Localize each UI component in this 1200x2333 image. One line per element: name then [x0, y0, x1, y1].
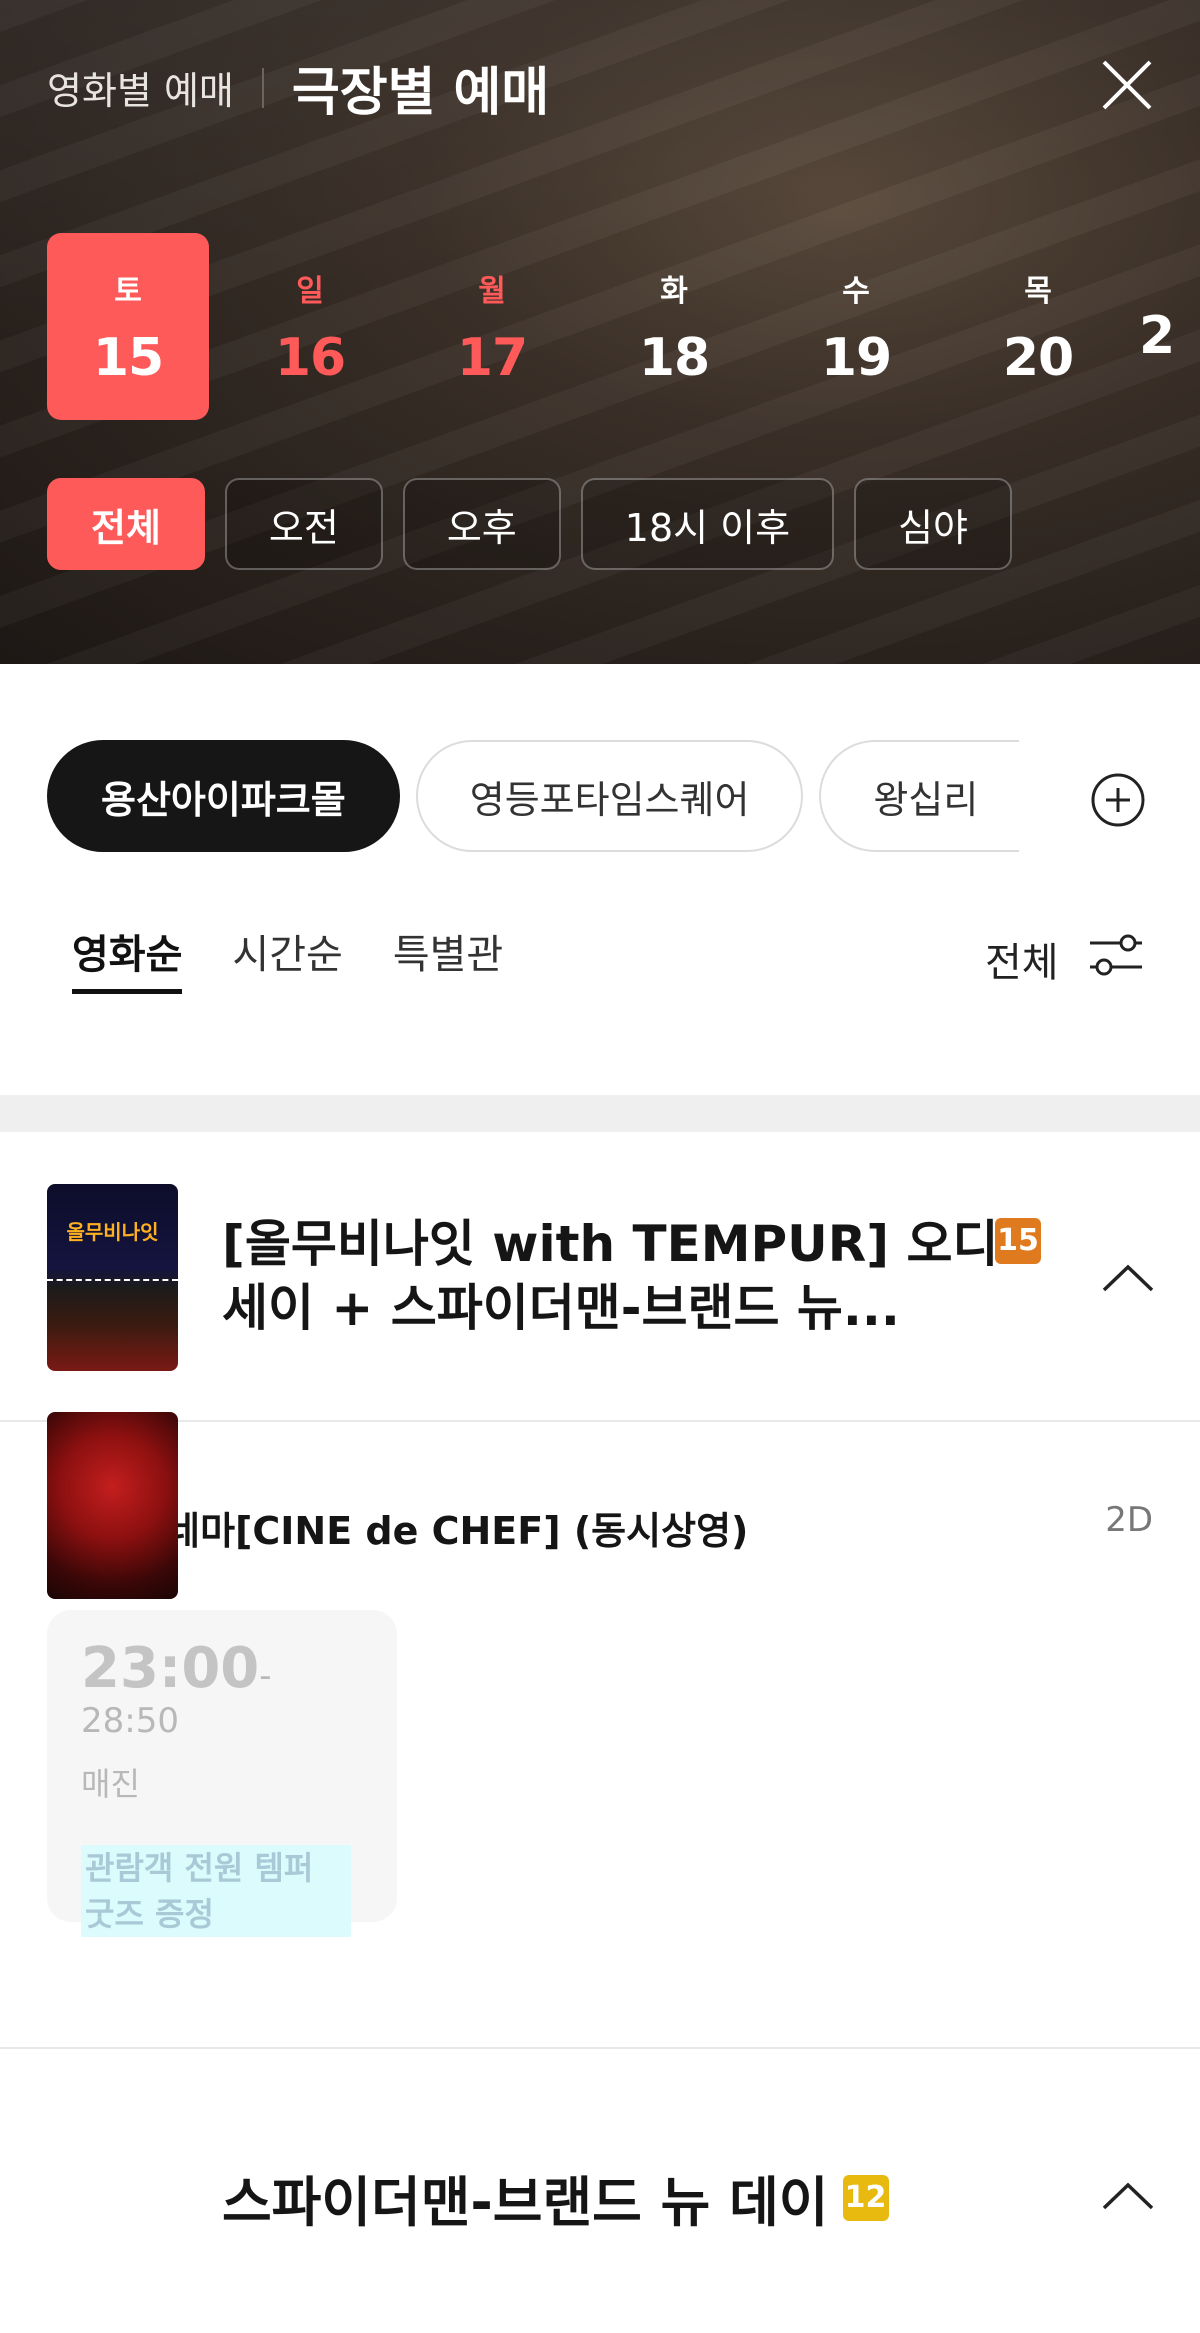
date-item[interactable]: 수 19: [775, 233, 937, 420]
movie-title[interactable]: 스파이더맨-브랜드 뉴 데이 12: [222, 2158, 889, 2237]
poster-divider: [47, 1279, 178, 1283]
chevron-up-icon[interactable]: [1100, 2180, 1156, 2212]
movie-title: [올무비나잇 with TEMPUR] 오디세이 + 스파이더맨-브랜드 뉴..…: [222, 1215, 999, 1337]
date-num: 20: [1002, 327, 1074, 388]
showtime-card[interactable]: 23:00- 28:50 매진 관람객 전원 템퍼 굿즈 증정: [47, 1610, 397, 1937]
time-filter-evening[interactable]: 18시 이후: [580, 478, 835, 570]
movie-poster: [47, 1412, 178, 1599]
time-filter-late-night[interactable]: 심야: [854, 478, 1013, 570]
tab-by-theater[interactable]: 극장별 예매: [292, 50, 549, 125]
booking-mode-tabs: 영화별 예매 극장별 예매: [47, 50, 549, 125]
date-item[interactable]: 목 20: [957, 233, 1119, 420]
add-theater-icon[interactable]: [1090, 772, 1146, 828]
date-item[interactable]: 토 15: [47, 233, 209, 420]
date-dow: 목: [1024, 273, 1052, 309]
age-rating-badge: 15: [995, 1218, 1041, 1264]
time-filter-afternoon[interactable]: 오후: [402, 478, 561, 570]
screen-format: 2D: [1105, 1500, 1153, 1540]
time-filter-morning[interactable]: 오전: [224, 478, 383, 570]
close-icon[interactable]: [1100, 58, 1154, 112]
date-item[interactable]: 화 18: [593, 233, 755, 420]
time-filter-group: 전체 오전 오후 18시 이후 심야: [47, 478, 1032, 570]
tab-sort-movie[interactable]: 영화순: [72, 922, 183, 994]
date-dow: 수: [842, 273, 870, 309]
showtime-start: 23:00: [81, 1636, 260, 1701]
poster-title: 올무비나잇: [66, 1220, 159, 1244]
age-rating-badge: 12: [842, 2174, 889, 2221]
date-num: 2: [1139, 305, 1175, 366]
filter-icon[interactable]: [1088, 933, 1144, 979]
time-filter-all[interactable]: 전체: [47, 478, 205, 570]
screen-info: 템퍼 시네마[CINE de CHEF] (동시상영) 2D: [47, 1500, 1153, 1555]
filter-label[interactable]: 전체: [985, 930, 1059, 988]
showtime-status: 매진: [81, 1765, 140, 1803]
date-item[interactable]: 일 16: [229, 233, 391, 420]
date-dow: 일: [296, 273, 324, 309]
movie-title-text: 스파이더맨-브랜드 뉴 데이: [222, 2171, 829, 2234]
date-selector: 토 15 일 16 월 17 화 18 수 19 목 20 2: [47, 233, 1179, 420]
date-num: 17: [456, 327, 528, 388]
theater-chip[interactable]: 왕십리: [819, 740, 1020, 852]
date-num: 16: [274, 327, 346, 388]
tab-by-movie[interactable]: 영화별 예매: [47, 60, 234, 115]
date-num: 18: [638, 327, 710, 388]
tab-sort-time[interactable]: 시간순: [232, 922, 342, 994]
tab-special-hall[interactable]: 특별관: [393, 922, 503, 994]
movie-header[interactable]: 올무비나잇 [올무비나잇 with TEMPUR] 오디세이 + 스파이더맨-브…: [0, 1132, 1200, 1422]
showtime-note: 관람객 전원 템퍼 굿즈 증정: [81, 1845, 351, 1937]
date-dow: 토: [114, 273, 142, 309]
date-dow: 화: [660, 273, 688, 309]
movie-divider: [0, 2047, 1200, 2049]
section-divider: [0, 1095, 1200, 1132]
date-dow: 월: [478, 273, 506, 309]
theater-chip[interactable]: 용산아이파크몰: [47, 740, 400, 852]
theater-chip[interactable]: 영등포타임스퀘어: [415, 740, 804, 852]
sort-tabs: 영화순 시간순 특별관: [72, 922, 553, 994]
date-num: 15: [92, 327, 164, 388]
movie-poster: 올무비나잇: [47, 1184, 178, 1371]
header-hero: 영화별 예매 극장별 예매 토 15 일 16 월 17 화 18 수 19 목: [0, 0, 1200, 664]
chevron-up-icon[interactable]: [1100, 1262, 1156, 1294]
theater-chip-list: 용산아이파크몰 영등포타임스퀘어 왕십리: [47, 740, 1035, 852]
tab-separator: [261, 67, 264, 108]
date-num: 19: [820, 327, 892, 388]
date-item[interactable]: 월 17: [411, 233, 573, 420]
date-item[interactable]: 2: [1139, 233, 1179, 420]
